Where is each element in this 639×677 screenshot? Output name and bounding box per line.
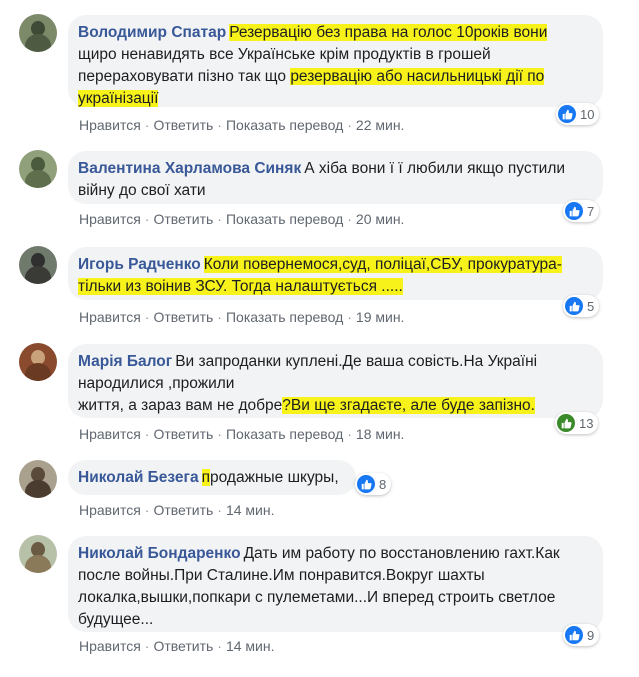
comment-text: життя, а зараз вам не добре [78,397,283,414]
author-name[interactable]: Валентина Харламова Синяк [78,160,301,177]
reaction-count[interactable]: 13 [555,412,599,434]
comment-text: п [201,469,211,486]
comment-bubble: Валентина Харламова Синяк А хіба вони ї ї… [68,151,603,204]
comment-text: перераховувати пізно так що [78,68,291,85]
comment-text: локалка,вышки,попкари с пулеметами...И в… [78,589,556,606]
avatar[interactable] [19,343,57,381]
avatar[interactable] [19,535,57,573]
translate-link[interactable]: Показать перевод [226,117,343,133]
reply-link[interactable]: Ответить [153,426,213,442]
translate-link[interactable]: Показать перевод [226,211,343,227]
like-count: 7 [587,203,595,219]
author-name[interactable]: Николай Безега [78,469,199,486]
comment-text: будущее... [78,611,154,628]
like-count: 13 [579,415,594,431]
comment-text: Дать им работу по восстановлению гахт.Ка… [243,545,560,562]
comment-bubble: Игорь Радченко Коли повернемося,суд, полі… [68,247,603,300]
comment-actions: Нравится · Ответить · 14 мин. [79,638,275,654]
comment-bubble: Марія Балог Ви запроданки куплені.Де ваша… [68,344,603,418]
like-link[interactable]: Нравится [79,426,141,442]
author-name[interactable]: Володимир Спатар [78,24,226,41]
like-count: 9 [587,627,595,643]
reaction-count[interactable]: 7 [563,200,600,222]
comment-text: родажные шкуры, [210,469,339,486]
comment-actions: Нравится · Ответить · Показать перевод · 18 ми… [79,426,405,442]
like-link[interactable]: Нравится [79,638,141,654]
author-name[interactable]: Николай Бондаренко [78,545,241,562]
like-link[interactable]: Нравится [79,309,141,325]
like-thumb-icon [557,414,575,432]
comment-text: А хіба вони ї ї любили якщо пустили [304,160,566,177]
like-thumb-icon [558,105,576,123]
author-name[interactable]: Игорь Радченко [78,256,201,273]
like-count: 5 [587,298,595,314]
timestamp[interactable]: 14 мин. [226,638,275,654]
comment-actions: Нравится · Ответить · Показать перевод · 22 ми… [79,117,405,133]
reaction-count[interactable]: 5 [563,295,600,317]
comment-text: війну до свої хати [78,182,206,199]
comment-actions: Нравится · Ответить · Показать перевод · 19 ми… [79,309,405,325]
reply-link[interactable]: Ответить [153,117,213,133]
comment-text: ?Ви ще згадаєте, але буде запізно. [282,397,535,414]
comment-actions: Нравится · Ответить · Показать перевод · 20 ми… [79,211,405,227]
like-thumb-icon [565,626,583,644]
reply-link[interactable]: Ответить [153,502,213,518]
reaction-count[interactable]: 10 [556,103,600,125]
like-thumb-icon [357,475,375,493]
reply-link[interactable]: Ответить [153,211,213,227]
timestamp[interactable]: 18 мин. [356,426,405,442]
timestamp[interactable]: 19 мин. [356,309,405,325]
comment-text: народилися ,прожили [78,375,235,392]
comment-bubble: Николай Безега продажные шкуры, [68,460,356,495]
like-link[interactable]: Нравится [79,117,141,133]
comment-text: тільки из воінив ЗСУ. Тогда налаштується… [78,278,403,295]
like-count: 8 [379,476,387,492]
like-link[interactable]: Нравится [79,502,141,518]
like-thumb-icon [565,297,583,315]
avatar[interactable] [19,150,57,188]
comment-bubble: Володимир Спатар Резервацію без права на … [68,15,603,107]
like-thumb-icon [565,202,583,220]
like-count: 10 [580,106,595,122]
translate-link[interactable]: Показать перевод [226,426,343,442]
comment-bubble: Николай Бондаренко Дать им работу по восс… [68,536,603,632]
comment-actions: Нравится · Ответить · 14 мин. [79,502,275,518]
avatar[interactable] [19,460,57,498]
translate-link[interactable]: Показать перевод [226,309,343,325]
comment-text: после войны.При Сталине.Им понравится.Во… [78,567,485,584]
comment-text: Коли повернемося,суд, поліцаї,СБУ, проку… [203,256,562,273]
reply-link[interactable]: Ответить [153,638,213,654]
comment-text: резервацію або насильницькі дії по [290,68,545,85]
avatar[interactable] [19,246,57,284]
comment-text: щиро ненавидять все Українське крім прод… [78,46,491,63]
like-link[interactable]: Нравится [79,211,141,227]
timestamp[interactable]: 22 мин. [356,117,405,133]
comment-text: Резервацію без права на голос 10років во… [229,24,548,41]
timestamp[interactable]: 14 мин. [226,502,275,518]
comment-text: Ви запроданки куплені.Де ваша совість.На… [175,353,538,370]
avatar[interactable] [19,14,57,52]
comment-text: українізації [78,90,159,107]
timestamp[interactable]: 20 мин. [356,211,405,227]
reply-link[interactable]: Ответить [153,309,213,325]
reaction-count[interactable]: 9 [563,624,600,646]
reaction-count[interactable]: 8 [355,473,392,495]
author-name[interactable]: Марія Балог [78,353,172,370]
